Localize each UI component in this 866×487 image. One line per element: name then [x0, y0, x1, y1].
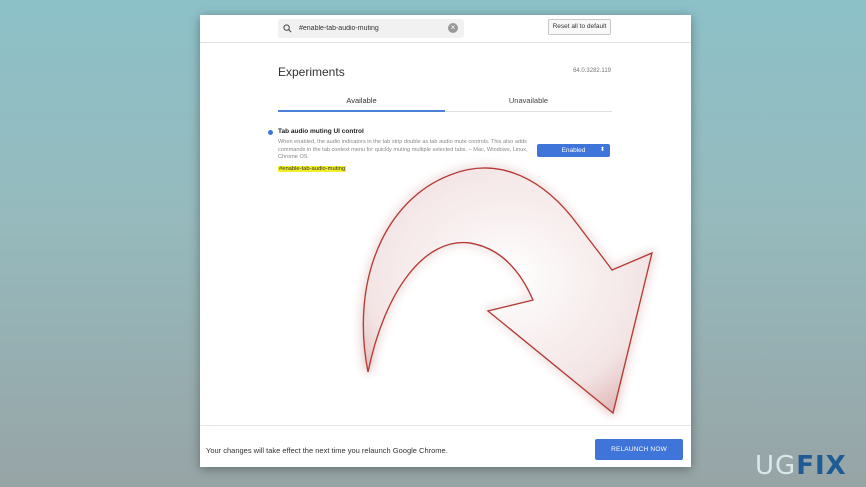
tab-unavailable[interactable]: Unavailable: [445, 90, 612, 112]
experiment-bullet: [268, 130, 273, 135]
curved-arrow-icon: [362, 167, 654, 415]
logo-part-fix: FIX: [796, 451, 847, 481]
dropdown-chevron-icon: ⬍: [599, 147, 605, 153]
reset-all-button[interactable]: Reset all to default: [548, 19, 611, 35]
chrome-flags-window: × Reset all to default Experiments 64.0.…: [200, 15, 691, 467]
flags-toolbar: × Reset all to default: [200, 15, 691, 43]
tab-bar: Available Unavailable: [278, 90, 612, 112]
experiment-description: When enabled, the audio indicators in th…: [278, 139, 528, 160]
ugetfix-logo: UG FIX: [755, 451, 847, 481]
search-input[interactable]: [299, 25, 439, 32]
version-label: 64.0.3282.119: [573, 68, 611, 74]
experiment-state-value: Enabled: [561, 147, 586, 154]
page-title: Experiments: [278, 65, 345, 79]
clear-icon[interactable]: ×: [448, 23, 458, 33]
logo-part-ug: UG: [755, 451, 797, 481]
experiment-state-select[interactable]: Enabled ⬍: [537, 144, 610, 157]
relaunch-now-button[interactable]: RELAUNCH NOW: [595, 439, 683, 460]
relaunch-footer: Your changes will take effect the next t…: [200, 425, 691, 467]
tab-available[interactable]: Available: [278, 90, 445, 112]
experiment-tag-link[interactable]: #enable-tab-audio-muting: [278, 166, 347, 172]
experiment-title: Tab audio muting UI control: [278, 128, 364, 135]
search-icon: [283, 24, 297, 33]
search-box[interactable]: ×: [278, 19, 464, 38]
relaunch-message: Your changes will take effect the next t…: [206, 446, 448, 455]
